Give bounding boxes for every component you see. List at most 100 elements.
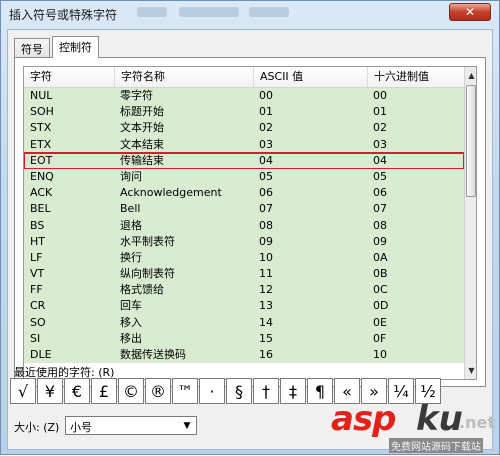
size-label: 大小: (Z) <box>14 421 60 434</box>
cell-name: 退格 <box>120 218 142 232</box>
cell-hex: 0A <box>373 250 388 264</box>
cell-hex: 01 <box>373 105 387 119</box>
cell-hex: 07 <box>373 202 387 216</box>
cell-ascii: 16 <box>259 348 273 361</box>
recent-char-button[interactable]: ‡ <box>280 378 306 404</box>
cell-char: ENQ <box>30 169 54 183</box>
chevron-down-icon[interactable]: ▼ <box>180 418 194 433</box>
cell-char: ETX <box>30 137 52 151</box>
cell-hex: 10 <box>373 348 387 361</box>
cell-char: VT <box>30 267 45 281</box>
recent-char-button[interactable]: ™ <box>172 378 198 404</box>
cell-ascii: 00 <box>259 89 273 102</box>
table-row[interactable]: SOH 标题开始 01 01 <box>24 104 464 121</box>
table-row[interactable]: NUL 零字符 00 00 <box>24 88 464 105</box>
cell-ascii: 01 <box>259 105 273 119</box>
table-row[interactable]: CR 回车 13 0D <box>24 298 464 315</box>
cell-name: 格式馈给 <box>120 283 164 297</box>
table-row[interactable]: ACK Acknowledgement 06 06 <box>24 185 464 202</box>
recent-char-button[interactable]: § <box>226 378 252 404</box>
close-icon: ✕ <box>464 5 476 19</box>
column-header-char[interactable]: 字符 <box>24 67 114 87</box>
column-header-hex[interactable]: 十六进制值 <box>367 67 464 87</box>
cell-ascii: 06 <box>259 186 273 200</box>
cell-name: Acknowledgement <box>120 186 222 200</box>
recent-char-button[interactable]: ¶ <box>307 378 333 404</box>
cell-char: SI <box>30 331 41 345</box>
cell-name: 询问 <box>120 169 142 183</box>
close-button[interactable]: ✕ <box>449 3 491 21</box>
size-dropdown[interactable]: 小号 ▼ <box>65 416 197 435</box>
recent-char-button[interactable]: ¥ <box>37 378 63 404</box>
dialog-client: 符号 控制符 字符 字符名称 ASCII 值 十六进制值 NUL 零字符 00 00 S… <box>7 29 493 450</box>
cell-char: CR <box>30 299 46 313</box>
recent-char-button[interactable]: √ <box>10 378 36 404</box>
table-row[interactable]: SO 移入 14 0E <box>24 314 464 331</box>
table-body: NUL 零字符 00 00 SOH 标题开始 01 01 STX 文本开始 02 02 ETX 文本结束 0… <box>24 88 465 364</box>
recent-char-button[interactable]: ® <box>145 378 171 404</box>
cell-ascii: 12 <box>259 283 273 297</box>
cell-hex: 02 <box>373 121 387 135</box>
cell-hex: 00 <box>373 89 387 102</box>
cell-char: STX <box>30 121 52 135</box>
recent-char-button[interactable]: © <box>118 378 144 404</box>
cell-name: Bell <box>120 202 141 216</box>
table-row[interactable]: BEL Bell 07 07 <box>24 201 464 218</box>
table-row[interactable]: ENQ 询问 05 05 <box>24 168 464 186</box>
cell-name: 数据传送换码 <box>120 348 186 361</box>
cell-ascii: 05 <box>259 169 273 183</box>
cell-ascii: 13 <box>259 299 273 313</box>
table-row[interactable]: BS 退格 08 08 <box>24 217 464 234</box>
recent-char-button[interactable]: † <box>253 378 279 404</box>
title-bar[interactable]: 插入符号或特殊字符 ✕ <box>1 1 499 25</box>
column-header-ascii[interactable]: ASCII 值 <box>253 67 367 87</box>
cell-char: DLE <box>30 348 52 361</box>
tab-label: 符号 <box>21 43 43 56</box>
table-row[interactable]: HT 水平制表符 09 09 <box>24 233 464 250</box>
window-title: 插入符号或特殊字符 <box>9 8 118 22</box>
cell-name: 换行 <box>120 250 142 264</box>
blurred-title-text <box>249 7 289 17</box>
cell-ascii: 09 <box>259 234 273 248</box>
cell-name: 文本开始 <box>120 121 164 135</box>
cell-ascii: 03 <box>259 137 273 151</box>
scroll-up-arrow-icon[interactable]: ▲ <box>466 69 476 82</box>
table-row[interactable]: DLE 数据传送换码 16 10 <box>24 347 464 364</box>
cell-hex: 0B <box>373 267 388 281</box>
cell-name: 标题开始 <box>120 105 164 119</box>
tab-panel: 字符 字符名称 ASCII 值 十六进制值 NUL 零字符 00 00 SOH 标题开始 0… <box>14 57 486 387</box>
cell-ascii: 08 <box>259 218 273 232</box>
column-header-name[interactable]: 字符名称 <box>114 67 253 87</box>
table-row[interactable]: LF 换行 10 0A <box>24 249 464 267</box>
scrollbar-thumb[interactable] <box>466 85 476 197</box>
table-row[interactable]: STX 文本开始 02 02 <box>24 120 464 137</box>
scroll-down-arrow-icon[interactable]: ▼ <box>466 364 476 377</box>
recent-char-button[interactable]: € <box>64 378 90 404</box>
table-header: 字符 字符名称 ASCII 值 十六进制值 <box>24 67 464 88</box>
table-row[interactable]: ETX 文本结束 03 03 <box>24 136 464 153</box>
blurred-title-text <box>179 7 239 17</box>
cell-ascii: 11 <box>259 267 273 281</box>
blurred-title-text <box>137 7 167 17</box>
control-char-table[interactable]: 字符 字符名称 ASCII 值 十六进制值 NUL 零字符 00 00 SOH 标题开始 0… <box>23 66 477 380</box>
table-row[interactable]: SI 移出 15 0F <box>24 330 464 347</box>
table-row[interactable]: EOT 传输结束 04 04 <box>24 151 465 170</box>
cell-name: 纵向制表符 <box>120 267 175 281</box>
recent-char-button[interactable]: · <box>199 378 225 404</box>
cell-char: SOH <box>30 105 54 119</box>
watermark-subtitle: 免费网站源码下载站 <box>389 438 483 453</box>
cell-char: ACK <box>30 186 53 200</box>
cell-hex: 0D <box>373 299 389 313</box>
size-value: 小号 <box>70 421 92 434</box>
recent-char-button[interactable]: £ <box>91 378 117 404</box>
cell-hex: 03 <box>373 137 387 151</box>
vertical-scrollbar[interactable]: ▲ ▼ <box>464 67 476 379</box>
tab-control-chars[interactable]: 控制符 <box>52 36 99 58</box>
cell-hex: 0F <box>373 331 387 345</box>
cell-hex: 0E <box>373 315 387 329</box>
cell-ascii: 02 <box>259 121 273 135</box>
table-row[interactable]: VT 纵向制表符 11 0B <box>24 266 464 283</box>
cell-char: BS <box>30 218 45 232</box>
table-row[interactable]: FF 格式馈给 12 0C <box>24 282 464 299</box>
tab-symbols[interactable]: 符号 <box>14 38 50 57</box>
